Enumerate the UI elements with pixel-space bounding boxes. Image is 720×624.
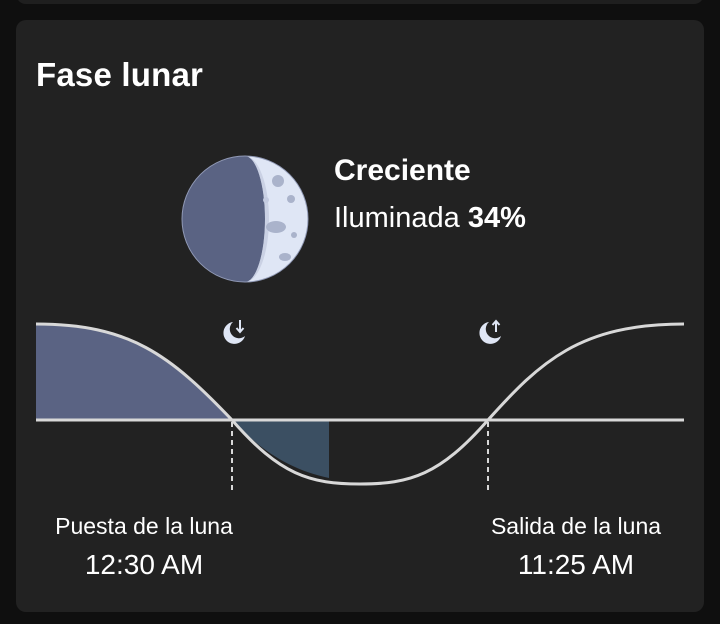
card-title: Fase lunar	[36, 56, 204, 93]
moonset-label: Puesta de la luna	[55, 513, 233, 539]
moonrise-label: Salida de la luna	[490, 513, 662, 539]
illumination-text: Iluminada 34%	[334, 202, 526, 235]
moonrise-time: 11:25 AM	[517, 549, 635, 580]
moon-phase-icon	[181, 155, 309, 283]
moon-below-horizon-fill	[232, 420, 329, 478]
illumination-value: 34%	[467, 202, 526, 234]
moonset-icon	[223, 320, 245, 344]
moonrise-icon	[479, 319, 501, 344]
moon-phase-name: Creciente	[334, 154, 471, 187]
moon-above-horizon-fill	[36, 324, 232, 420]
moon-path-chart	[35, 319, 685, 490]
moonset-time: 12:30 AM	[84, 549, 204, 580]
previous-card	[16, 0, 704, 4]
illumination-label: Iluminada	[334, 202, 460, 234]
